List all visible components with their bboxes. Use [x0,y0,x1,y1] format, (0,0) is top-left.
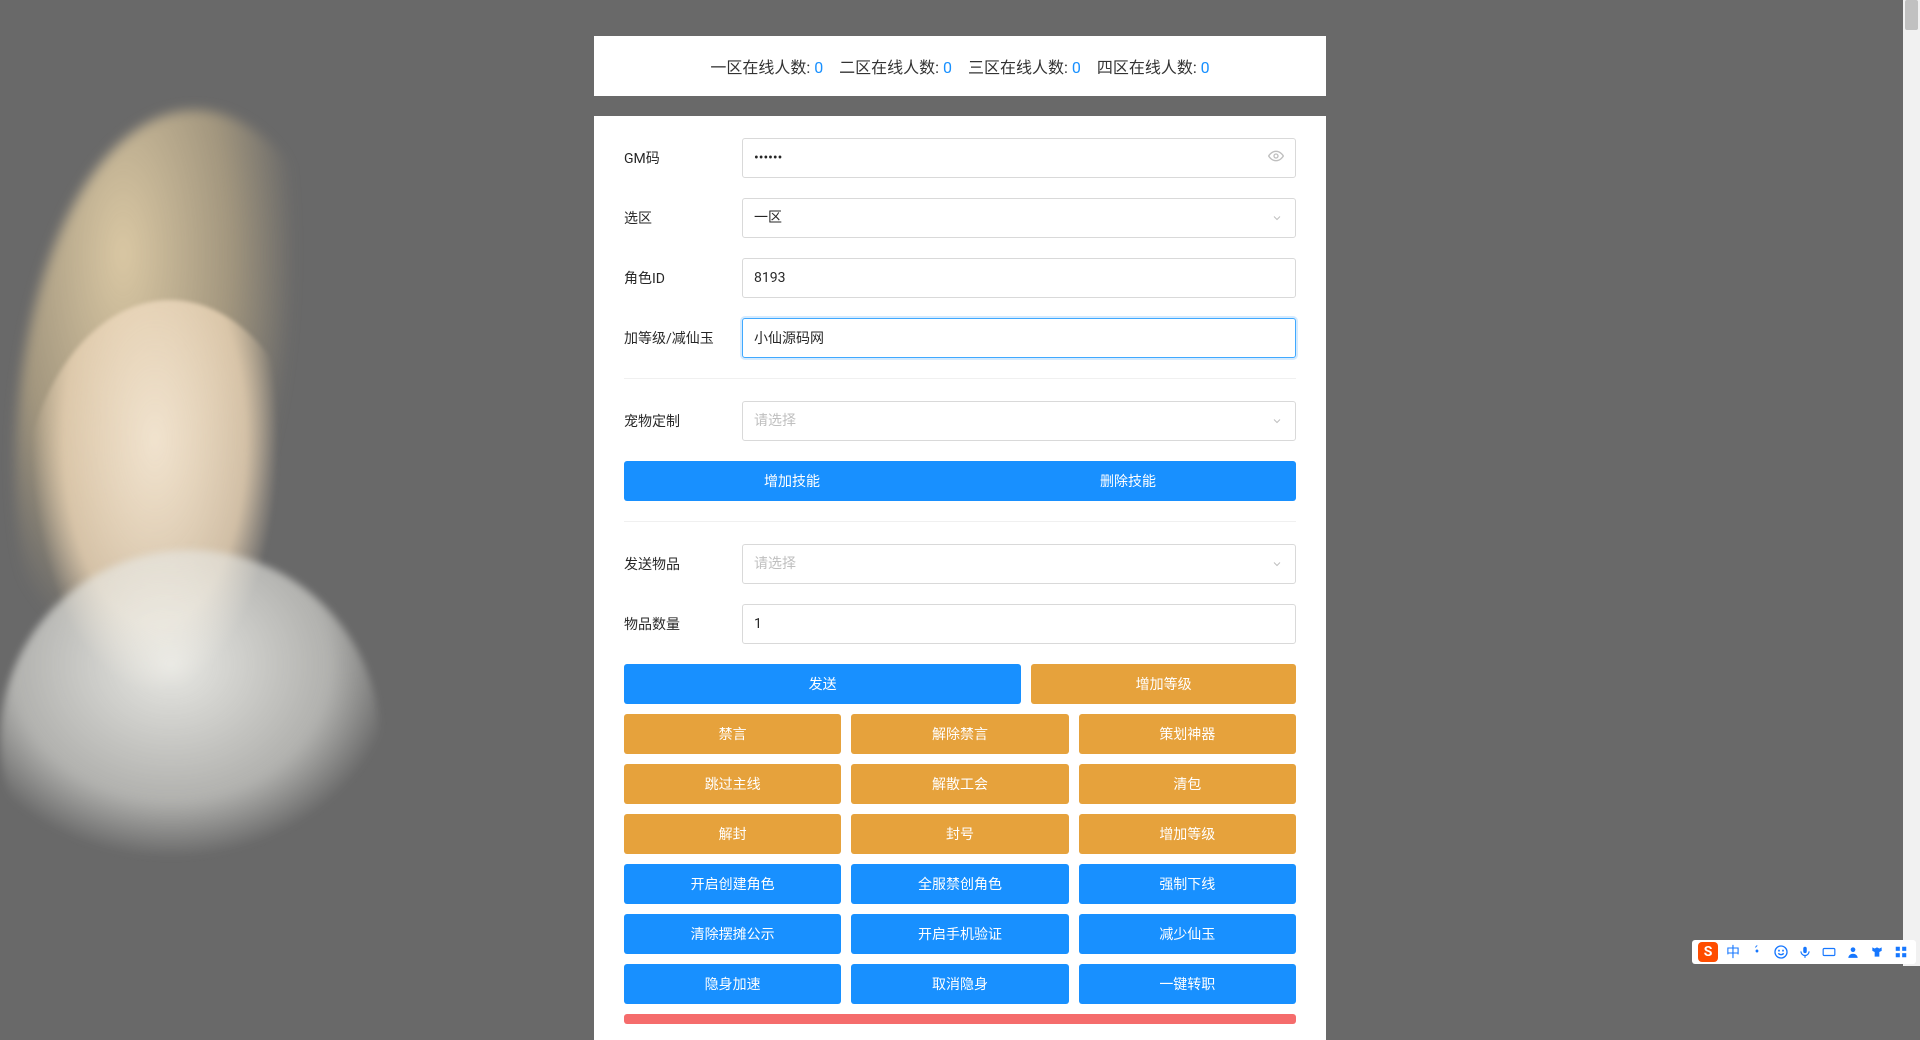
disable-create-role-button[interactable]: 全服禁创角色 [851,864,1068,904]
ime-skin-icon[interactable] [1868,943,1886,961]
send-item-label: 发送物品 [624,554,742,574]
zone-select[interactable]: 一区 [742,198,1296,238]
sogou-ime-icon[interactable]: S [1698,942,1718,962]
separator [624,521,1296,522]
chevron-down-icon [1271,558,1283,570]
pet-custom-label: 宠物定制 [624,411,742,431]
send-button[interactable]: 发送 [624,664,1021,704]
add-level-button-2[interactable]: 增加等级 [1079,814,1296,854]
ime-emoji-icon[interactable] [1772,943,1790,961]
ime-toolbox-icon[interactable] [1892,943,1910,961]
level-jade-input[interactable] [742,318,1296,358]
ime-punct-icon[interactable]: •́ [1748,943,1766,961]
zone3-online: 三区在线人数: 0 [968,54,1081,78]
status-label: 三区在线人数: [968,58,1068,77]
zone-select-value: 一区 [754,208,782,229]
vertical-scrollbar[interactable] [1903,0,1920,966]
reduce-jade-button[interactable]: 减少仙玉 [1079,914,1296,954]
cancel-stealth-button[interactable]: 取消隐身 [851,964,1068,1004]
status-value: 0 [1072,58,1081,77]
chevron-down-icon [1271,415,1283,427]
clear-bag-button[interactable]: 清包 [1079,764,1296,804]
status-value: 0 [814,58,823,77]
role-id-input[interactable] [742,258,1296,298]
zone2-online: 二区在线人数: 0 [839,54,952,78]
unban-button[interactable]: 解封 [624,814,841,854]
status-value: 0 [1201,58,1210,77]
pet-custom-select[interactable]: 请选择 [742,401,1296,441]
ime-mic-icon[interactable] [1796,943,1814,961]
zone4-online: 四区在线人数: 0 [1097,54,1210,78]
ime-person-icon[interactable] [1844,943,1862,961]
status-value: 0 [943,58,952,77]
zone1-online: 一区在线人数: 0 [710,54,823,78]
delete-skill-button[interactable]: 删除技能 [960,461,1296,501]
gm-code-label: GM码 [624,148,742,168]
dissolve-guild-button[interactable]: 解散工会 [851,764,1068,804]
partial-row-button[interactable] [624,1014,1296,1024]
status-label: 一区在线人数: [710,58,810,77]
enable-create-role-button[interactable]: 开启创建角色 [624,864,841,904]
separator [624,378,1296,379]
unmute-button[interactable]: 解除禁言 [851,714,1068,754]
planner-artifact-button[interactable]: 策划神器 [1079,714,1296,754]
add-skill-button[interactable]: 增加技能 [624,461,960,501]
online-status-bar: 一区在线人数: 0 二区在线人数: 0 三区在线人数: 0 四区在线人数: 0 [594,36,1326,96]
send-item-placeholder: 请选择 [754,554,796,575]
skip-main-button[interactable]: 跳过主线 [624,764,841,804]
scrollbar-thumb[interactable] [1905,0,1918,30]
ime-toolbar[interactable]: S 中 •́ [1692,940,1916,964]
mute-button[interactable]: 禁言 [624,714,841,754]
role-id-label: 角色ID [624,268,742,288]
zone-label: 选区 [624,208,742,228]
ban-button[interactable]: 封号 [851,814,1068,854]
send-item-select[interactable]: 请选择 [742,544,1296,584]
status-label: 四区在线人数: [1097,58,1197,77]
eye-icon[interactable] [1268,148,1284,168]
form-panel: GM码 选区 一区 角色ID 加等级/减仙 [594,116,1326,1040]
item-qty-input[interactable] [742,604,1296,644]
chevron-down-icon [1271,212,1283,224]
level-jade-label: 加等级/减仙玉 [624,328,742,348]
add-level-button[interactable]: 增加等级 [1031,664,1296,704]
clear-stall-notice-button[interactable]: 清除摆摊公示 [624,914,841,954]
admin-panel: 一区在线人数: 0 二区在线人数: 0 三区在线人数: 0 四区在线人数: 0 … [594,36,1326,1040]
one-click-jobchange-button[interactable]: 一键转职 [1079,964,1296,1004]
enable-phone-verify-button[interactable]: 开启手机验证 [851,914,1068,954]
pet-custom-placeholder: 请选择 [754,411,796,432]
force-offline-button[interactable]: 强制下线 [1079,864,1296,904]
gm-code-input[interactable] [742,138,1296,178]
ime-lang-label[interactable]: 中 [1724,943,1742,961]
character-art [0,80,420,900]
item-qty-label: 物品数量 [624,614,742,634]
stealth-speed-button[interactable]: 隐身加速 [624,964,841,1004]
status-label: 二区在线人数: [839,58,939,77]
ime-keyboard-icon[interactable] [1820,943,1838,961]
